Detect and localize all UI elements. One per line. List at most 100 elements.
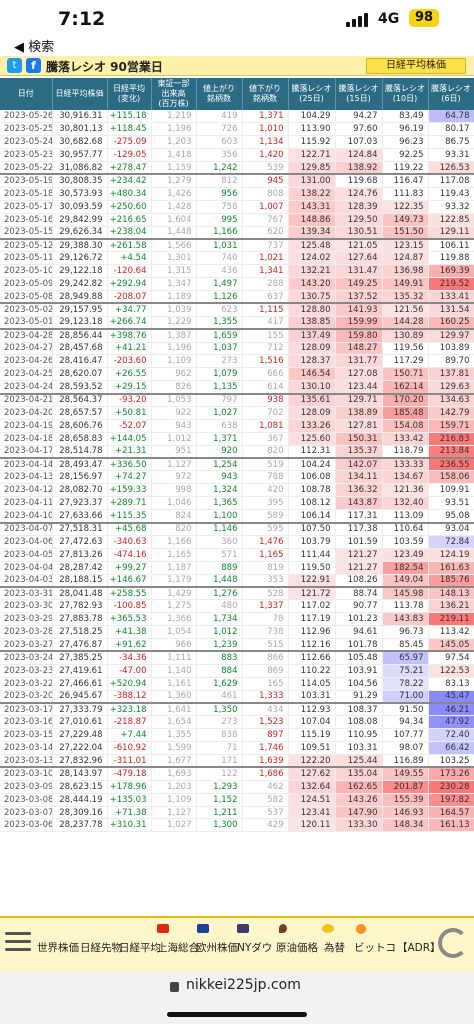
table-cell: 110.95	[335, 728, 383, 743]
table-cell: 149.55	[382, 766, 429, 781]
table-cell: 80.17	[428, 122, 474, 137]
table-row: 2023-03-30 27,782.93 -100.85 1,275 480 1,337 1…	[0, 599, 474, 614]
menu-icon[interactable]	[5, 930, 31, 952]
table-cell: 127.81	[335, 419, 383, 433]
table-cell: 589	[242, 509, 289, 523]
nav-bitcoin[interactable]: ビットコ	[354, 940, 396, 955]
table-cell: 28,143.97	[52, 766, 108, 781]
table-cell: 169.39	[428, 264, 474, 279]
table-cell: 71	[196, 741, 243, 756]
table-cell: 1,046	[151, 496, 197, 511]
nav-world-stocks[interactable]: 世界株価	[37, 940, 79, 955]
table-cell: 130.75	[288, 290, 336, 304]
table-cell: 108.26	[335, 574, 383, 588]
table-cell: 2023-04-13	[0, 470, 53, 485]
table-cell: +336.50	[107, 457, 152, 472]
nav-nikkei-average[interactable]: 日経平均	[119, 940, 161, 955]
table-cell: 213.84	[428, 445, 474, 459]
table-cell: 121.27	[335, 561, 383, 575]
table-cell: 122.35	[382, 200, 429, 214]
nav-oil-price[interactable]: 原油価格	[276, 940, 318, 955]
table-cell: 740	[196, 251, 243, 266]
table-cell: 160.25	[428, 316, 474, 330]
home-indicator	[167, 1012, 307, 1017]
browser-address-bar[interactable]: nikkei225jp.com	[0, 972, 474, 1024]
table-cell: +135.03	[107, 793, 152, 807]
table-cell: 28,309.16	[52, 806, 108, 820]
table-cell: 113.09	[382, 509, 429, 523]
table-cell: 45.47	[428, 690, 474, 704]
table-cell: 461	[196, 690, 243, 704]
table-cell: 26,945.67	[52, 690, 108, 704]
twitter-icon[interactable]: t	[7, 58, 22, 73]
table-cell: 155.39	[382, 793, 429, 807]
table-row: 2023-04-03 28,188.15 +146.67 1,179 1,448 353 1…	[0, 574, 474, 588]
table-cell: +250.60	[107, 200, 152, 214]
table-cell: 159.99	[335, 316, 383, 330]
table-cell: 356	[196, 148, 243, 163]
back-to-search[interactable]: ◀ 検索	[0, 36, 474, 55]
table-cell: 122.53	[428, 664, 474, 678]
table-cell: 219.11	[428, 612, 474, 627]
table-cell: 29,842.99	[52, 213, 108, 227]
table-cell: 27,385.25	[52, 650, 108, 665]
table-cell: 436	[196, 264, 243, 279]
back-link[interactable]: ◀ 検索	[14, 36, 54, 55]
table-cell: 124.87	[382, 251, 429, 266]
facebook-icon[interactable]: f	[26, 58, 41, 73]
nikkei-average-button[interactable]: 日経平均株価	[366, 58, 466, 74]
advance-decline-table: 日付 日経平均株価 日経平均 (変化) 東証一部 出来高 (百万株) 値上がり 銘柄数 値下がり銘…	[0, 78, 474, 916]
table-cell: 28,156.97	[52, 470, 108, 485]
table-cell: 30,573.93	[52, 187, 108, 201]
table-cell: 28,457.68	[52, 342, 108, 356]
table-cell: 1,333	[242, 690, 289, 704]
table-cell: 2023-04-26	[0, 354, 53, 369]
table-cell: 65.97	[382, 650, 429, 665]
table-cell: 103.31	[335, 741, 383, 756]
nav-ny-dow[interactable]: NYダウ	[237, 940, 272, 955]
table-cell: 1,039	[151, 302, 197, 317]
table-cell: 113.78	[382, 599, 429, 614]
table-row: 2023-04-20 28,657.57 +50.81 922 1,027 702 128.…	[0, 406, 474, 420]
table-cell: 1,166	[151, 535, 197, 549]
reload-icon[interactable]	[438, 928, 468, 958]
table-row: 2023-03-22 27,466.61 +520.94 1,161 1,629 165 1…	[0, 677, 474, 691]
table-cell: 129.71	[335, 392, 383, 407]
table-cell: 1,053	[151, 392, 197, 407]
table-cell: 1,111	[151, 650, 197, 665]
table-cell: 1,012	[196, 625, 243, 640]
table-cell: +178.96	[107, 780, 152, 794]
table-cell: 149.91	[382, 277, 429, 291]
table-cell: 712	[242, 342, 289, 356]
nav-nikkei-futures[interactable]: 日経先物	[80, 940, 122, 955]
table-cell: 30,916.31	[52, 110, 108, 124]
table-cell: 145.05	[428, 638, 474, 652]
table-cell: -218.87	[107, 715, 152, 730]
table-cell: 1,179	[151, 574, 197, 588]
nav-shanghai[interactable]: 上海総合	[157, 940, 199, 955]
table-cell: 29,122.18	[52, 264, 108, 279]
table-cell: 2023-04-24	[0, 380, 53, 395]
nav-europe-stocks[interactable]: 欧州株価	[196, 940, 238, 955]
table-cell: 103.59	[382, 535, 429, 549]
table-cell: 2023-04-05	[0, 548, 53, 562]
table-cell: 462	[242, 780, 289, 794]
table-cell: 419	[196, 110, 243, 124]
table-cell: 133.41	[428, 290, 474, 304]
table-cell: 129.63	[428, 380, 474, 395]
table-cell: 1,693	[151, 766, 197, 781]
url-text: nikkei225jp.com	[186, 977, 301, 993]
table-cell: 85.45	[382, 638, 429, 652]
table-cell: 2023-04-28	[0, 328, 53, 343]
table-cell: 75.21	[382, 664, 429, 678]
table-cell: 129.85	[288, 161, 336, 175]
table-cell: 702	[242, 406, 289, 420]
table-cell: 135.32	[382, 290, 429, 304]
table-cell: 2023-04-04	[0, 561, 53, 575]
table-cell: 2023-04-27	[0, 342, 53, 356]
nav-forex[interactable]: 為替	[324, 940, 345, 955]
table-cell: 132.40	[382, 496, 429, 511]
nav-adr[interactable]: 【ADR】	[397, 940, 441, 955]
table-row: 2023-04-04 28,287.42 +99.27 1,187 889 819 119.…	[0, 561, 474, 575]
table-cell: 134.63	[428, 392, 474, 407]
